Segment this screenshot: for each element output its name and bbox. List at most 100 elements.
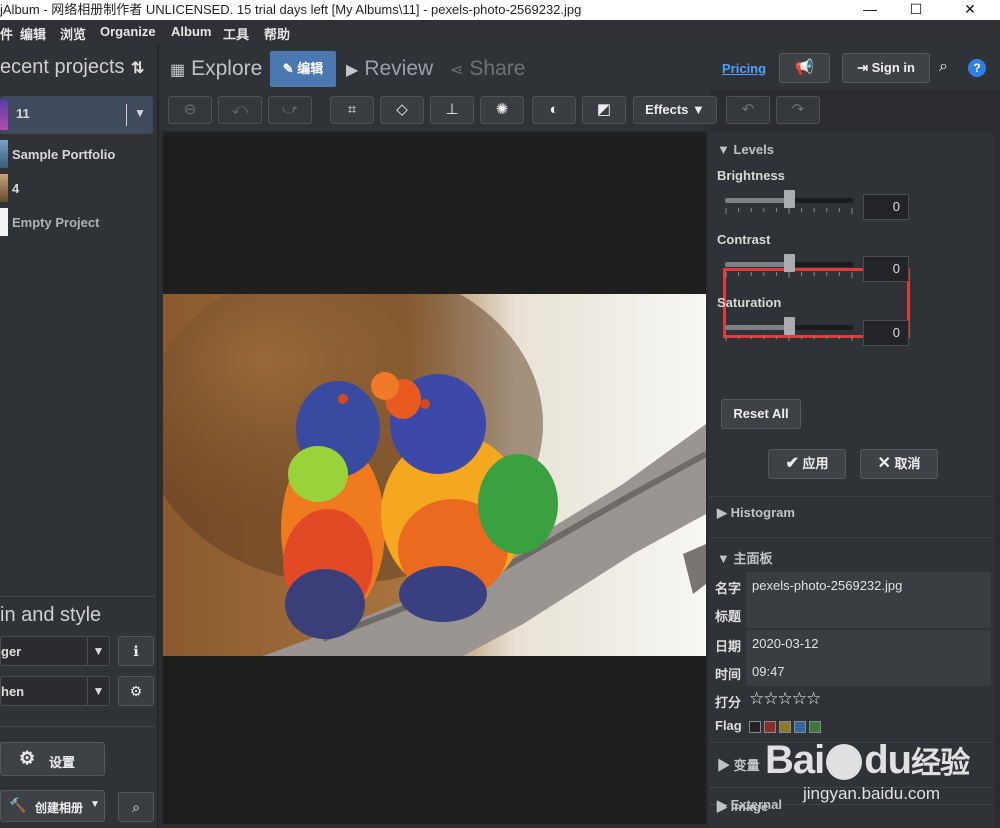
meta-date-value[interactable]: 2020-03-12 (746, 630, 991, 658)
project-item[interactable]: 4 (0, 174, 153, 202)
tab-review[interactable]: ▶ Review (346, 52, 433, 86)
search-icon[interactable]: ⌕ (939, 58, 948, 76)
levels-section-header[interactable]: ▼ Levels (717, 142, 774, 157)
meta-time-value[interactable]: 09:47 (746, 658, 991, 686)
preview-button[interactable]: ⌕ (118, 792, 154, 822)
effects-button[interactable]: Effects ▼ (633, 96, 717, 124)
exposure-button[interactable]: ◩ (582, 96, 626, 124)
crop-button[interactable]: ⌗ (330, 96, 374, 124)
settings-button[interactable]: ⚙ 设置 (0, 742, 105, 776)
saturation-value-field[interactable]: 0 (863, 320, 909, 346)
project-item[interactable]: Empty Project (0, 208, 153, 236)
slider-fill (725, 325, 789, 330)
contrast-value-field[interactable]: 0 (863, 256, 909, 282)
flag-color-swatch[interactable] (749, 720, 761, 733)
saturation-label: Saturation (717, 295, 782, 310)
variables-title: 变量 (733, 758, 760, 773)
sort-icon[interactable]: ⇅ (131, 58, 144, 78)
sign-in-button[interactable]: ⇥ Sign in (842, 53, 930, 83)
left-sidebar: ecent projects ⇅ 11 ▼ Sample Portfolio 4… (0, 44, 158, 828)
tab-share[interactable]: ⋖ Share (450, 52, 525, 86)
main-panel-section-header[interactable]: ▼ 主面板 (717, 548, 773, 567)
focus-button[interactable]: ⊥ (430, 96, 474, 124)
menu-help[interactable]: 帮助 (264, 24, 290, 43)
undo-button[interactable]: ↶ (726, 96, 770, 124)
tab-edit-label: 编辑 (297, 61, 324, 76)
project-thumbnail (0, 174, 8, 202)
minimize-button[interactable]: — (848, 0, 892, 20)
menu-view[interactable]: 浏览 (60, 24, 86, 43)
megaphone-icon: 📢 (795, 59, 814, 76)
star-icon[interactable]: ☆ (763, 689, 778, 708)
cancel-button[interactable]: ✕ 取消 (860, 449, 938, 479)
project-item[interactable]: Sample Portfolio (0, 140, 153, 168)
style-select[interactable]: hen ▼ (0, 676, 110, 706)
watermark-url: jingyan.baidu.com (803, 784, 941, 803)
redo-button[interactable]: ↷ (776, 96, 820, 124)
contrast-tool-button[interactable]: ◐ (532, 96, 576, 124)
rotate-left-button[interactable]: ⤺ (218, 96, 262, 124)
tab-explore[interactable]: ▦ Explore (170, 52, 262, 86)
skin-select[interactable]: ger ▼ (0, 636, 110, 666)
close-window-button[interactable]: ✕ (948, 0, 992, 20)
skin-settings-button[interactable]: ⚙ (118, 676, 154, 706)
project-item-selected[interactable]: 11 ▼ (0, 96, 153, 134)
tab-edit[interactable]: ✎ 编辑 (270, 51, 336, 87)
menu-album[interactable]: Album (171, 24, 211, 39)
rating-stars[interactable]: ☆☆☆☆☆ (749, 689, 821, 709)
close-icon: ✕ (877, 455, 891, 472)
undo-icon: ↶ (741, 101, 755, 118)
meta-name-row: 名字 标题 pexels-photo-2569232.jpg (709, 572, 991, 628)
focus-icon: ⊥ (445, 101, 459, 118)
settings-label: 设置 (49, 755, 76, 770)
saturation-slider[interactable] (725, 317, 853, 341)
divider (709, 537, 994, 538)
chevron-down-icon: ▼ (90, 799, 100, 810)
watermark-brand-bai: Bai (765, 738, 825, 782)
contrast-slider[interactable] (725, 254, 853, 278)
menu-tools[interactable]: 工具 (223, 24, 249, 43)
chevron-down-icon[interactable]: ▼ (87, 637, 109, 665)
histogram-title: Histogram (730, 505, 795, 520)
contrast-label: Contrast (717, 232, 771, 247)
tab-share-label: Share (469, 57, 526, 80)
chevron-down-icon[interactable]: ▼ (134, 106, 146, 120)
apply-button[interactable]: ✔ 应用 (768, 449, 846, 479)
slider-thumb[interactable] (784, 190, 795, 208)
announcements-button[interactable]: 📢 (779, 53, 830, 83)
slider-thumb[interactable] (784, 254, 795, 272)
star-icon[interactable]: ☆ (749, 689, 764, 708)
menu-edit[interactable]: 编辑 (20, 24, 46, 43)
info-button[interactable]: ℹ (118, 636, 154, 666)
remove-button[interactable]: ⊖ (168, 96, 212, 124)
pricing-link[interactable]: Pricing (722, 61, 766, 76)
skin-value: ger (1, 644, 22, 659)
star-icon[interactable]: ☆ (778, 689, 793, 708)
menu-file[interactable]: 件 (0, 24, 13, 43)
star-icon[interactable]: ☆ (806, 689, 821, 708)
divider (0, 726, 155, 727)
gear-icon: ⚙ (19, 748, 36, 768)
maximize-button[interactable]: ☐ (894, 0, 938, 20)
meta-name-value[interactable]: pexels-photo-2569232.jpg (746, 572, 991, 628)
brightness-slider[interactable] (725, 190, 853, 214)
recent-projects-heading: ecent projects (0, 56, 125, 78)
brightness-value-field[interactable]: 0 (863, 194, 909, 220)
menu-organize[interactable]: Organize (100, 24, 156, 39)
project-label: 11 (16, 106, 30, 121)
histogram-section-header[interactable]: ▶ Histogram (717, 505, 795, 521)
adjust-button[interactable]: ✺ (480, 96, 524, 124)
make-album-button[interactable]: 🔨 创建相册 ▼ (0, 790, 105, 822)
meta-flag-key: Flag (715, 718, 742, 733)
slider-thumb[interactable] (784, 317, 795, 335)
rotate-right-button[interactable]: ⤻ (268, 96, 312, 124)
slider-fill (725, 262, 789, 267)
chevron-down-icon[interactable]: ▼ (87, 677, 109, 705)
reset-all-button[interactable]: Reset All (721, 399, 801, 429)
meta-date-key: 日期 (715, 639, 742, 654)
baidu-watermark: Bai du经验 jingyan.baidu.com (765, 718, 1000, 818)
help-icon[interactable]: ? (968, 59, 986, 77)
straighten-button[interactable]: ◇ (380, 96, 424, 124)
variables-section-header[interactable]: ▶ 变量 (717, 755, 760, 774)
star-icon[interactable]: ☆ (792, 689, 807, 708)
